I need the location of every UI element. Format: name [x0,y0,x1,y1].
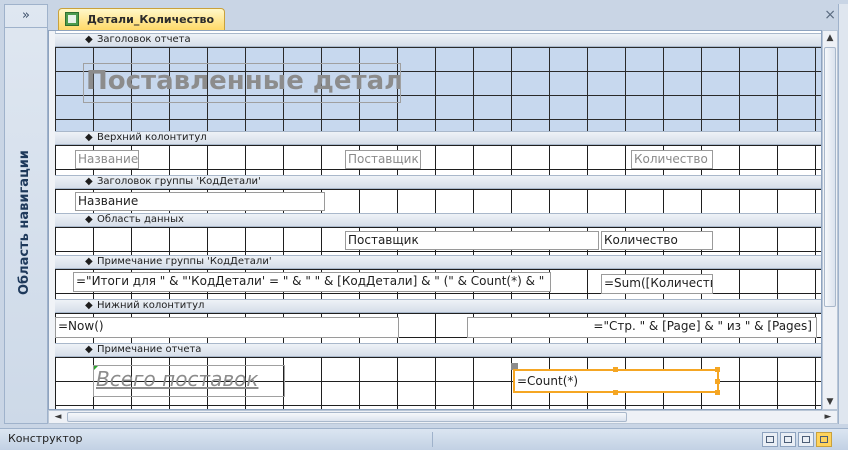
section-group-header[interactable]: ◆ Заголовок группы 'КодДетали' [55,175,821,189]
page-header-band[interactable]: Название Поставщик Количество [55,145,821,175]
group-sum-expression[interactable]: =Sum([Количество]) [601,274,713,294]
section-marker-icon: ◆ [85,214,93,225]
section-marker-icon: ◆ [85,344,93,355]
layout-view-icon[interactable] [798,432,814,447]
section-marker-icon: ◆ [85,34,93,45]
resize-handle-icon[interactable] [715,379,720,384]
horizontal-scroll-thumb[interactable] [67,412,627,422]
detail-supplier-field[interactable]: Поставщик [345,231,599,250]
horizontal-scrollbar[interactable]: ◄ ► [48,410,838,424]
group-header-band[interactable]: Название [55,189,821,213]
property-sheet-edge[interactable] [838,4,848,424]
report-header-band[interactable]: Поставленные детали [55,47,821,131]
report-view-icon[interactable] [762,432,778,447]
total-deliveries-label[interactable]: Всего поставок [93,365,285,397]
report-icon [65,12,79,26]
section-group-footer[interactable]: ◆ Примечание группы 'КодДетали' [55,255,821,269]
detail-band[interactable]: Поставщик Количество [55,227,821,255]
section-label: Заголовок группы 'КодДетали' [97,176,261,187]
section-detail[interactable]: ◆ Область данных [55,213,821,227]
report-tab[interactable]: Детали_Количество [58,8,226,30]
navigation-pane[interactable]: » Область навигации [4,4,48,424]
section-label: Примечание группы 'КодДетали' [97,256,272,267]
scroll-down-icon[interactable]: ▼ [823,395,837,409]
section-label: Заголовок отчета [97,34,191,45]
status-mode-text: Конструктор [8,432,83,445]
status-bar: Конструктор [0,428,848,450]
page-footer-band[interactable]: =Now() ="Стр. " & [Page] & " из " & [Pag… [55,313,821,343]
resize-handle-icon[interactable] [715,367,720,372]
header-qty-label[interactable]: Количество [631,150,713,169]
report-design-surface[interactable]: ◆ Заголовок отчета Поставленные детали ◆… [48,30,822,410]
section-page-footer[interactable]: ◆ Нижний колонтитул [55,299,821,313]
detail-qty-field[interactable]: Количество [601,231,713,250]
section-marker-icon: ◆ [85,132,93,143]
resize-handle-icon[interactable] [715,390,720,395]
now-expression[interactable]: =Now() [55,317,399,338]
section-label: Верхний колонтитул [97,132,207,143]
report-title-label[interactable]: Поставленные детали [83,63,401,103]
section-label: Примечание отчета [97,344,202,355]
resize-handle-icon[interactable] [613,367,618,372]
scroll-left-icon[interactable]: ◄ [51,411,65,423]
section-marker-icon: ◆ [85,300,93,311]
header-supplier-label[interactable]: Поставщик [345,150,421,169]
close-icon[interactable]: × [824,7,836,23]
design-view-icon[interactable] [816,432,832,447]
nav-pane-label[interactable]: Область навигации [17,150,32,295]
access-window: » Область навигации Детали_Количество × … [0,0,848,450]
document-tab-bar: Детали_Количество × [48,4,844,30]
section-report-footer[interactable]: ◆ Примечание отчета [55,343,821,357]
print-preview-icon[interactable] [780,432,796,447]
page-number-expression[interactable]: ="Стр. " & [Page] & " из " & [Pages] [467,317,817,338]
vertical-scrollbar[interactable]: ▲ ▼ [822,30,838,410]
section-page-header[interactable]: ◆ Верхний колонтитул [55,131,821,145]
status-divider [432,432,433,447]
section-label: Область данных [97,214,184,225]
report-footer-band[interactable]: Всего поставок =Count(*) [55,357,821,409]
scroll-up-icon[interactable]: ▲ [823,31,837,45]
header-name-label[interactable]: Название [75,150,139,169]
group-total-expression[interactable]: ="Итоги для " & "'КодДетали' = " & " " &… [73,272,551,292]
group-footer-band[interactable]: ="Итоги для " & "'КодДетали' = " & " " &… [55,269,821,299]
report-tab-label: Детали_Количество [87,13,215,26]
section-marker-icon: ◆ [85,176,93,187]
vertical-scroll-thumb[interactable] [824,47,836,307]
section-marker-icon: ◆ [85,256,93,267]
resize-handle-icon[interactable] [613,390,618,395]
nav-expand-button[interactable]: » [5,5,47,28]
scroll-right-icon[interactable]: ► [821,411,835,423]
section-report-header[interactable]: ◆ Заголовок отчета [55,33,821,47]
section-label: Нижний колонтитул [97,300,205,311]
group-name-field[interactable]: Название [75,192,325,211]
